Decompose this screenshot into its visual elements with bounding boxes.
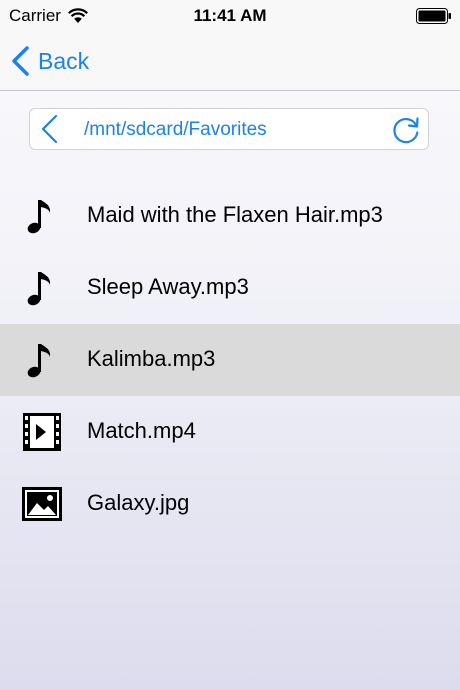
file-row[interactable]: Maid with the Flaxen Hair.mp3 [0, 180, 460, 252]
refresh-icon[interactable] [390, 114, 422, 146]
music-note-icon [27, 200, 51, 234]
back-button-label: Back [38, 47, 90, 74]
file-name: Kalimba.mp3 [87, 346, 216, 371]
file-row[interactable]: Sleep Away.mp3 [0, 252, 460, 324]
video-file-icon [23, 413, 61, 451]
file-name: Match.mp4 [87, 418, 196, 443]
file-name: Maid with the Flaxen Hair.mp3 [87, 202, 383, 227]
path-bar: /mnt/sdcard/Favorites [29, 108, 429, 150]
status-time: 11:41 AM [193, 6, 267, 25]
chevron-left-icon [12, 46, 29, 76]
back-button[interactable]: Back [10, 44, 89, 78]
file-row[interactable]: Match.mp4 [0, 396, 460, 468]
file-name: Galaxy.jpg [87, 490, 190, 515]
file-name: Sleep Away.mp3 [87, 274, 249, 299]
battery-icon [416, 8, 451, 24]
navigation-bar: Back [0, 32, 460, 91]
music-note-icon [27, 344, 51, 378]
image-file-icon [22, 487, 62, 521]
music-note-icon [27, 272, 51, 306]
path-back-icon[interactable] [38, 113, 60, 145]
current-path: /mnt/sdcard/Favorites [84, 119, 267, 140]
file-list: Maid with the Flaxen Hair.mp3 Sleep Away… [0, 180, 460, 540]
file-row[interactable]: Galaxy.jpg [0, 468, 460, 540]
status-bar: Carrier 11:41 AM [0, 0, 460, 32]
file-row-selected[interactable]: Kalimba.mp3 [0, 324, 460, 396]
